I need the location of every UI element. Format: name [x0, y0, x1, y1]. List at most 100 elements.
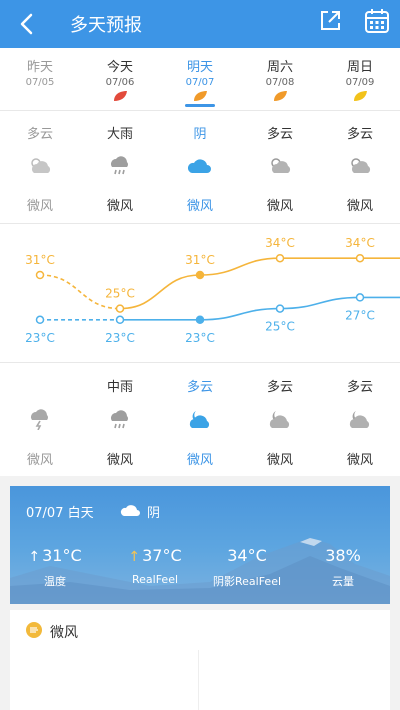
- night-wind: 微风: [106, 453, 133, 468]
- day-tab-saturday[interactable]: 周六 07/08: [240, 48, 320, 110]
- stat-shade-realfeel: 34°C 阴影RealFeel: [202, 546, 292, 589]
- data-label: 25°C: [265, 320, 295, 334]
- day-date: 07/08: [265, 77, 295, 88]
- cloud-icon: [160, 150, 240, 180]
- stat-cloud-cover: 38% 云量: [298, 546, 388, 589]
- wind-section: 微风: [10, 610, 390, 650]
- temperature-chart: 31°C 25°C 31°C 34°C 34°C 23°C 23°C 23°C 25°C 27°C: [25, 236, 400, 345]
- data-point: [275, 253, 285, 263]
- wind-detail-column: [10, 650, 199, 710]
- stat-value: 38%: [325, 546, 361, 565]
- data-label: 34°C: [345, 236, 375, 250]
- leaf-icon: [354, 91, 367, 101]
- day-tab-sunday[interactable]: 周日 07/09: [320, 48, 400, 110]
- data-label: 23°C: [105, 331, 135, 345]
- data-point: [35, 315, 45, 325]
- day-wind: 微风: [106, 199, 133, 214]
- arrow-up-icon: ↑: [28, 549, 41, 565]
- stat-label: RealFeel: [131, 573, 179, 586]
- thunderstorm-icon: [0, 404, 80, 434]
- day-name: 周日: [346, 60, 373, 75]
- night-condition: 中雨: [106, 380, 133, 395]
- detail-date: 07/07 白天: [26, 506, 94, 521]
- day-condition: 多云: [266, 127, 293, 142]
- partly-cloudy-icon: [320, 150, 400, 180]
- calendar-button[interactable]: [364, 8, 390, 34]
- night-wind: 微风: [186, 453, 213, 468]
- leaf-icon: [274, 91, 287, 101]
- back-button[interactable]: [14, 10, 42, 38]
- selected-indicator: [185, 104, 215, 107]
- data-point: [355, 253, 365, 263]
- wind-label: 微风: [50, 625, 78, 641]
- day-condition: 大雨: [106, 127, 133, 142]
- day-wind: 微风: [186, 199, 213, 214]
- share-icon: [321, 11, 340, 30]
- day-wind: 微风: [346, 199, 373, 214]
- app-header: 多天预报: [0, 0, 400, 48]
- night-condition: 多云: [346, 380, 373, 395]
- page-title: 多天预报: [70, 15, 142, 36]
- stat-label: 阴影RealFeel: [212, 575, 282, 588]
- stat-temperature: ↑ 31°C 温度: [10, 546, 100, 589]
- day-tab-tomorrow[interactable]: 明天 07/07: [160, 48, 240, 110]
- data-label: 34°C: [265, 236, 295, 250]
- data-label: 31°C: [25, 253, 55, 267]
- night-icon-row: [0, 404, 400, 434]
- night-condition: 多云: [186, 380, 213, 395]
- day-condition: 阴: [193, 127, 207, 142]
- wind-icon: [26, 622, 42, 638]
- data-label: 31°C: [185, 253, 215, 267]
- leaf-icon: [114, 91, 127, 101]
- data-label: 23°C: [25, 331, 55, 345]
- cloud-icon: [120, 505, 140, 516]
- calendar-icon: [365, 9, 389, 33]
- divider: [0, 110, 400, 111]
- day-wind-row: 微风 微风 微风 微风 微风: [0, 195, 400, 214]
- day-condition: 多云: [346, 127, 373, 142]
- day-date: 07/06: [105, 77, 135, 88]
- data-label: 25°C: [105, 287, 135, 301]
- data-point: [195, 270, 205, 280]
- data-point: [195, 315, 205, 325]
- day-condition: 多云: [26, 127, 53, 142]
- data-point: [115, 315, 125, 325]
- day-date: 07/09: [345, 77, 375, 88]
- rain-icon: [80, 150, 160, 180]
- night-cloudy-icon: [320, 404, 400, 434]
- wind-detail-panel: [10, 650, 390, 710]
- data-label: 27°C: [345, 308, 375, 322]
- day-tab-today[interactable]: 今天 07/06: [80, 48, 160, 110]
- day-name: 周六: [266, 60, 293, 75]
- day-name: 今天: [106, 60, 133, 75]
- day-date: 07/05: [25, 77, 55, 88]
- data-point: [275, 304, 285, 313]
- chevron-left-icon: [20, 13, 33, 35]
- night-wind-row: 微风 微风 微风 微风 微风: [0, 449, 400, 468]
- day-tabs: 昨天 07/05 今天 07/06 明天 07/07 周六 07/08 周日 0…: [0, 48, 400, 110]
- day-name: 明天: [186, 60, 213, 75]
- stat-value: 31°C: [42, 546, 82, 565]
- day-wind: 微风: [266, 199, 293, 214]
- divider: [0, 223, 400, 224]
- data-label: 23°C: [185, 331, 215, 345]
- partly-cloudy-icon: [0, 150, 80, 180]
- night-wind: 微风: [346, 453, 373, 468]
- divider: [0, 362, 400, 363]
- night-wind: 微风: [26, 453, 53, 468]
- night-cloudy-icon: [240, 404, 320, 434]
- detail-card: 07/07 白天 阴 ↑ 31°C 温度 ↑ 37°C RealFeel 34°C …: [10, 486, 390, 604]
- day-tab-yesterday[interactable]: 昨天 07/05: [0, 48, 80, 110]
- stat-realfeel: ↑ 37°C RealFeel: [110, 546, 200, 586]
- share-button[interactable]: [318, 9, 342, 33]
- day-name: 昨天: [26, 60, 53, 75]
- data-point: [115, 304, 125, 313]
- stat-value: 34°C: [227, 546, 267, 565]
- stat-label: 云量: [332, 575, 354, 588]
- night-condition-row: 中雨 多云 多云 多云: [0, 376, 400, 395]
- night-wind: 微风: [266, 453, 293, 468]
- stat-label: 温度: [44, 575, 66, 588]
- wind-detail-column: [200, 650, 389, 710]
- detail-condition: 阴: [147, 506, 161, 521]
- day-condition-row: 多云 大雨 阴 多云 多云: [0, 123, 400, 142]
